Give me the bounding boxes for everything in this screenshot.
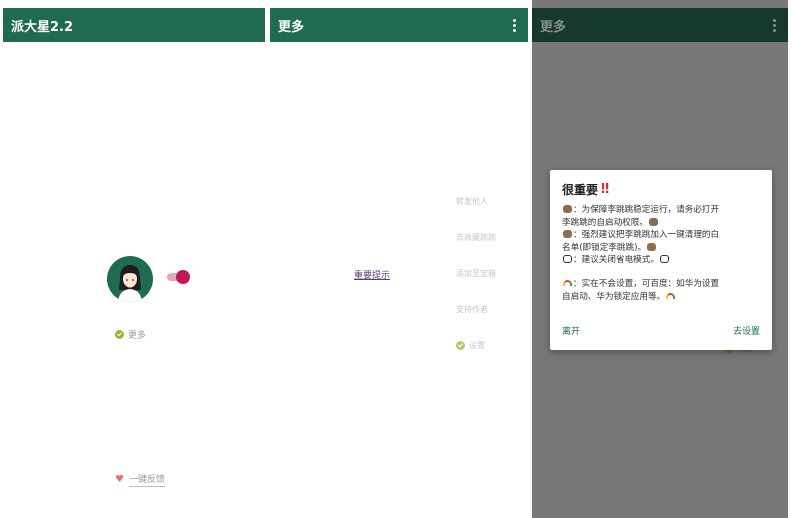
check-circle-icon <box>456 341 465 350</box>
avatar-girl-icon <box>118 265 142 302</box>
toggle-knob <box>176 270 190 284</box>
bear-emoji-icon <box>563 205 572 213</box>
app-bar: 更多 <box>532 8 788 42</box>
dialog-line-4a: ：实在不会设置，可百度：如华为设置 <box>573 278 720 289</box>
screen-title: 更多 <box>278 19 305 35</box>
share-item[interactable]: 转发他人 <box>456 196 488 207</box>
leave-button[interactable]: 离开 <box>562 324 580 337</box>
app-bar: 更多 <box>270 8 528 42</box>
panda-emoji-icon <box>563 255 572 264</box>
service-toggle[interactable] <box>167 270 190 284</box>
app-bar: 派大星2.2 <box>3 8 265 42</box>
screen-more-dialog: 更多 设置 很重要 ‼ ：为保障李跳跳稳定运行，请务必打开 李跳跳的自启动权限。… <box>532 0 788 518</box>
support-author-item[interactable]: 支持作者 <box>456 304 488 315</box>
dialog-line-1a: ：为保障李跳跳稳定运行，请务必打开 <box>573 205 720 215</box>
settings-label: 设置 <box>469 341 485 350</box>
more-button[interactable]: 更多 <box>115 328 146 341</box>
rainbow-emoji-icon <box>666 292 676 299</box>
dialog-title: 很重要 <box>562 183 599 197</box>
important-dialog: 很重要 ‼ ：为保障李跳跳稳定运行，请务必打开 李跳跳的自启动权限。 ：强烈建议… <box>550 170 772 350</box>
screen-main: 派大星2.2 更多 ♥ 一键反馈 <box>3 0 265 518</box>
vertical-dots-icon[interactable] <box>509 15 520 36</box>
vertical-dots-icon <box>769 15 780 36</box>
dialog-line-2b: 名单(即锁定李跳跳)。 <box>562 242 647 253</box>
important-tip-link[interactable]: 重要提示 <box>354 268 390 281</box>
dialog-line-1b: 李跳跳的自启动权限。 <box>562 217 648 228</box>
heart-icon: ♥ <box>115 474 124 485</box>
settings-item[interactable]: 设置 <box>456 340 485 351</box>
feedback-label: 一键反馈 <box>128 472 165 487</box>
panda-emoji-icon <box>659 255 669 264</box>
feedback-button[interactable]: ♥ 一键反馈 <box>115 472 165 487</box>
dialog-line-2a: ：强烈建议把李跳跳加入一键清理的白 <box>573 230 720 241</box>
bear-emoji-icon <box>647 242 657 251</box>
screen-title: 更多 <box>540 19 567 35</box>
dialog-body: ：为保障李跳跳稳定运行，请务必打开 李跳跳的自启动权限。 ：强烈建议把李跳跳加入… <box>562 204 760 303</box>
check-circle-icon <box>115 330 124 339</box>
dialog-line-3: ：建议关闭省电模式。 <box>573 255 659 266</box>
avatar[interactable] <box>107 256 153 302</box>
dialog-title-row: 很重要 ‼ <box>562 181 760 198</box>
bear-emoji-icon <box>563 230 572 239</box>
double-exclamation-icon: ‼ <box>601 182 610 197</box>
more-label: 更多 <box>128 331 147 341</box>
dialog-line-4b: 自启动、华为锁定应用等。 <box>562 291 666 302</box>
rainbow-emoji-icon <box>563 279 572 286</box>
bear-emoji-icon <box>648 217 658 226</box>
screen-more: 更多 重要提示 转发他人 去收藏跳跳 添加至宝箱 支持作者 设置 <box>270 0 528 518</box>
app-title: 派大星2.2 <box>11 19 74 35</box>
favorite-item[interactable]: 去收藏跳跳 <box>456 232 496 243</box>
add-treasure-item[interactable]: 添加至宝箱 <box>456 268 496 279</box>
go-settings-button[interactable]: 去设置 <box>733 324 760 337</box>
